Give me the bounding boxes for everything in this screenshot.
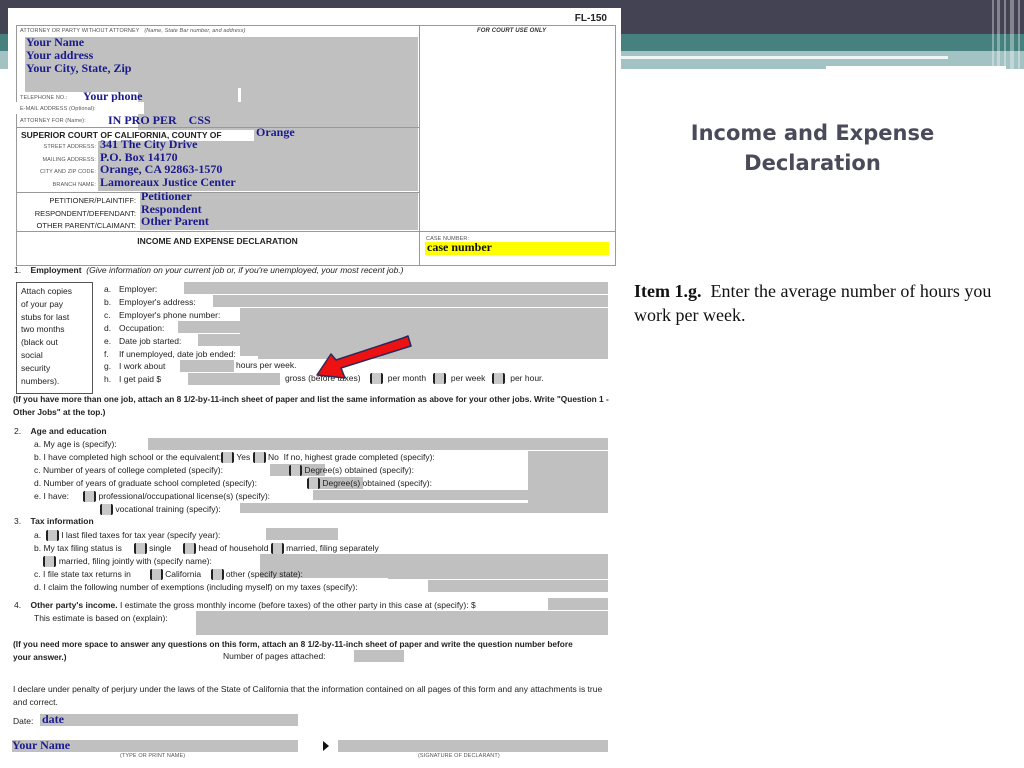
section3-items: a. I last filed taxes for tax year (spec… (34, 530, 379, 592)
hs-yes-checkbox[interactable] (221, 452, 235, 464)
california-checkbox[interactable] (149, 569, 163, 581)
court-use-box (419, 25, 616, 266)
section3-heading: 3. Tax information (14, 516, 94, 526)
date-label: Date: (13, 716, 34, 726)
print-name-value: Your Name (12, 738, 71, 752)
red-arrow-icon (316, 335, 412, 379)
pages-attached-label: Number of pages attached: (223, 651, 326, 661)
party-names: Petitioner Respondent Other Parent (141, 189, 209, 229)
per-hour-checkbox[interactable] (492, 373, 506, 385)
slide-instruction: Item 1.g. Enter the average number of ho… (634, 281, 992, 325)
header-band-gap (826, 66, 1006, 70)
attorney-for-value: IN PRO PER CSS (108, 113, 211, 127)
party-labels: PETITIONER/PLAINTIFF: RESPONDENT/DEFENDA… (34, 196, 136, 230)
telephone-label: TELEPHONE NO.: (20, 95, 68, 101)
other-state-field[interactable] (388, 567, 608, 579)
employer-field[interactable] (184, 282, 608, 294)
court-address: 341 The City Drive P.O. Box 14170 Orange… (100, 137, 236, 190)
street-label: STREET ADDRESS: (43, 144, 96, 150)
signature-field[interactable] (338, 740, 608, 752)
head-household-checkbox[interactable] (183, 543, 197, 555)
license-checkbox[interactable] (83, 491, 97, 503)
attorney-label: ATTORNEY OR PARTY WITHOUT ATTORNEY (Name… (20, 28, 246, 34)
mailing-label: MAILING ADDRESS: (42, 157, 96, 163)
court-use-label: FOR COURT USE ONLY (477, 28, 547, 34)
county-value: Orange (256, 125, 295, 139)
last-filed-checkbox[interactable] (45, 530, 59, 542)
exemptions-field[interactable] (428, 580, 608, 592)
section2-heading: 2. Age and education (14, 426, 107, 436)
branch-label: BRANCH NAME: (52, 182, 96, 188)
other-jobs-note: (If you have more than one job, attach a… (13, 394, 609, 417)
fl150-form: FL-150 FOR COURT USE ONLY ATTORNEY OR PA… (8, 8, 621, 768)
other-income-field[interactable] (548, 598, 608, 610)
attach-paystubs-note: Attach copies of your pay stubs for last tw… (16, 282, 93, 394)
attorney-for-label: ATTORNEY FOR (Name): (20, 118, 86, 124)
email-label: E-MAIL ADDRESS (Optional): (20, 106, 96, 112)
hours-suffix: hours per week. (236, 360, 297, 370)
attorney-name: Your Name Your address Your City, State,… (26, 35, 132, 75)
hs-no-checkbox[interactable] (252, 452, 266, 464)
section1-heading: 1. Employment (Give information on your … (14, 265, 404, 275)
form-title: INCOME AND EXPENSE DECLARATION (137, 236, 298, 246)
city-zip-label: CITY AND ZIP CODE: (40, 169, 96, 175)
case-number-value: case number (427, 240, 492, 254)
college-degree-checkbox[interactable] (288, 465, 302, 477)
pages-attached-field[interactable] (354, 650, 404, 662)
header-band-line (620, 56, 948, 59)
date-value: date (42, 712, 64, 726)
section4: 4. Other party's income. I estimate the … (14, 600, 476, 623)
vocational-checkbox[interactable] (100, 504, 113, 516)
signature-arrow-icon (323, 741, 329, 751)
employment-items: a. Employer: b. Employer's address: c. Empl… (104, 284, 236, 385)
header-stripes (990, 0, 1024, 70)
slide-title: Income and Expense Declaration (690, 121, 935, 175)
signature-caption: (SIGNATURE OF DECLARANT) (418, 753, 500, 759)
grad-degree-checkbox[interactable] (307, 478, 320, 490)
single-checkbox[interactable] (133, 543, 147, 555)
date-job-ended-field[interactable] (258, 347, 608, 359)
married-jointly-checkbox[interactable] (43, 556, 57, 568)
section2-items: a. My age is (specify): b. I have comple… (34, 439, 435, 516)
date-field[interactable] (40, 714, 298, 726)
type-name-caption: (TYPE OR PRINT NAME) (120, 753, 186, 759)
employer-address-field[interactable] (213, 295, 608, 307)
married-separately-checkbox[interactable] (270, 543, 284, 555)
per-week-checkbox[interactable] (433, 373, 447, 385)
declaration-text: I declare under penalty of perjury under… (13, 684, 603, 707)
form-id: FL-150 (574, 13, 607, 24)
other-state-checkbox[interactable] (210, 569, 224, 581)
